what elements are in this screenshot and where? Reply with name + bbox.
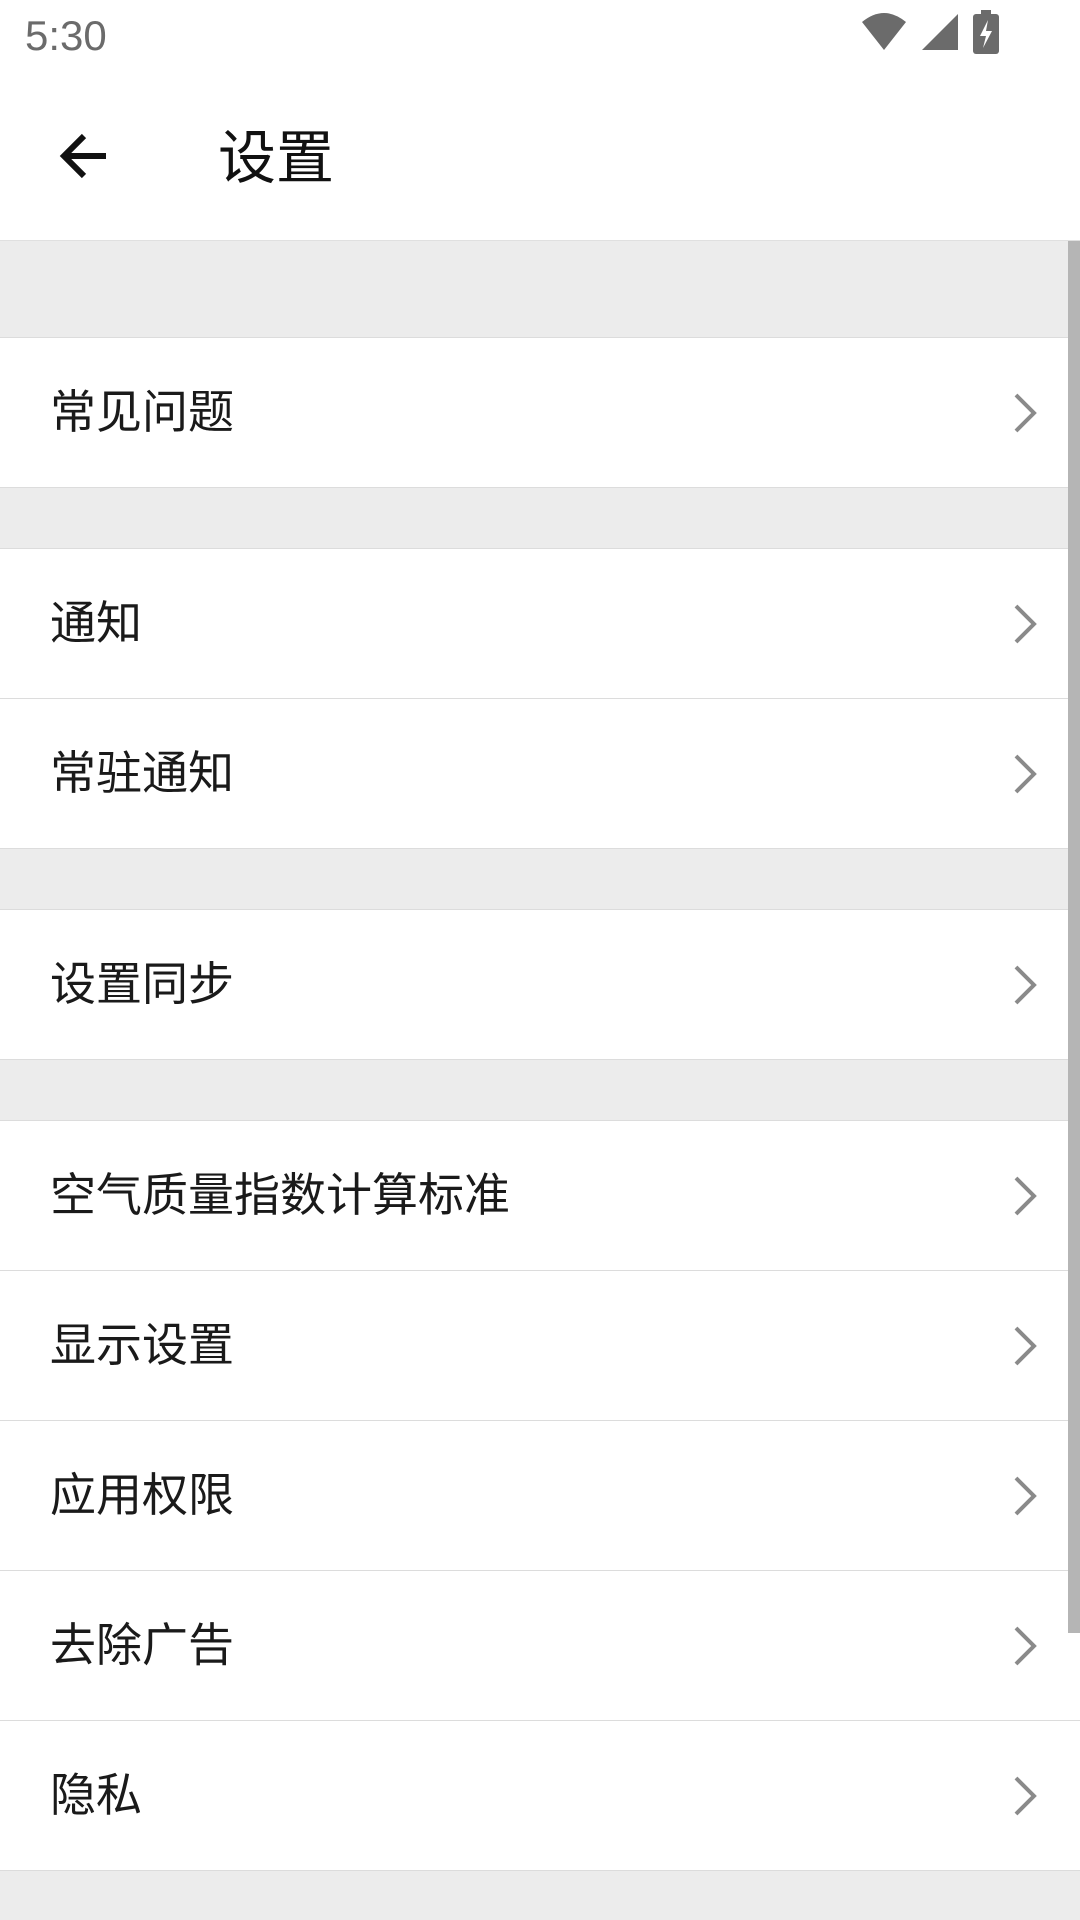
chevron-right-icon	[1014, 393, 1037, 432]
chevron-right-icon	[1014, 1476, 1037, 1515]
settings-item-label: 通知	[50, 596, 142, 650]
back-button[interactable]	[42, 116, 126, 200]
wifi-icon	[860, 12, 908, 56]
settings-item-label: 应用权限	[50, 1468, 234, 1522]
section-divider	[0, 1871, 1080, 1920]
scrollbar[interactable]	[1068, 241, 1080, 1633]
page-title: 设置	[218, 124, 335, 192]
chevron-right-icon	[1014, 754, 1037, 793]
settings-screen: 5:30 设置 常见问题 通知 常驻通知 设置同步 空气质量指数计算标准 显示设…	[0, 0, 1080, 1920]
chevron-right-icon	[1014, 1176, 1037, 1215]
settings-item-label: 常见问题	[50, 385, 234, 439]
settings-item-persistent-notification[interactable]: 常驻通知	[0, 699, 1080, 849]
section-divider	[0, 849, 1080, 910]
settings-item-sync[interactable]: 设置同步	[0, 910, 1080, 1060]
chevron-right-icon	[1014, 1626, 1037, 1665]
chevron-right-icon	[1014, 965, 1037, 1004]
settings-item-label: 空气质量指数计算标准	[50, 1168, 510, 1222]
settings-item-label: 设置同步	[50, 957, 234, 1011]
settings-list: 常见问题 通知 常驻通知 设置同步 空气质量指数计算标准 显示设置 应用权限 去…	[0, 241, 1080, 1920]
settings-item-remove-ads[interactable]: 去除广告	[0, 1571, 1080, 1721]
arrow-left-icon	[56, 128, 112, 188]
settings-item-permissions[interactable]: 应用权限	[0, 1421, 1080, 1571]
section-divider	[0, 241, 1080, 338]
chevron-right-icon	[1014, 1326, 1037, 1365]
status-icons	[860, 10, 1000, 58]
chevron-right-icon	[1014, 604, 1037, 643]
settings-item-privacy[interactable]: 隐私	[0, 1721, 1080, 1871]
settings-item-aqi-standard[interactable]: 空气质量指数计算标准	[0, 1121, 1080, 1271]
battery-charging-icon	[972, 10, 1000, 58]
settings-item-notifications[interactable]: 通知	[0, 549, 1080, 699]
status-time: 5:30	[25, 12, 107, 59]
chevron-right-icon	[1014, 1776, 1037, 1815]
settings-item-label: 隐私	[50, 1768, 142, 1822]
toolbar: 设置	[0, 74, 1080, 241]
status-bar: 5:30	[0, 0, 1080, 74]
signal-icon	[920, 12, 960, 56]
settings-item-display[interactable]: 显示设置	[0, 1271, 1080, 1421]
settings-item-faq[interactable]: 常见问题	[0, 338, 1080, 488]
section-divider	[0, 488, 1080, 549]
section-divider	[0, 1060, 1080, 1121]
settings-item-label: 显示设置	[50, 1318, 234, 1372]
settings-item-label: 去除广告	[50, 1618, 234, 1672]
settings-item-label: 常驻通知	[50, 746, 234, 800]
